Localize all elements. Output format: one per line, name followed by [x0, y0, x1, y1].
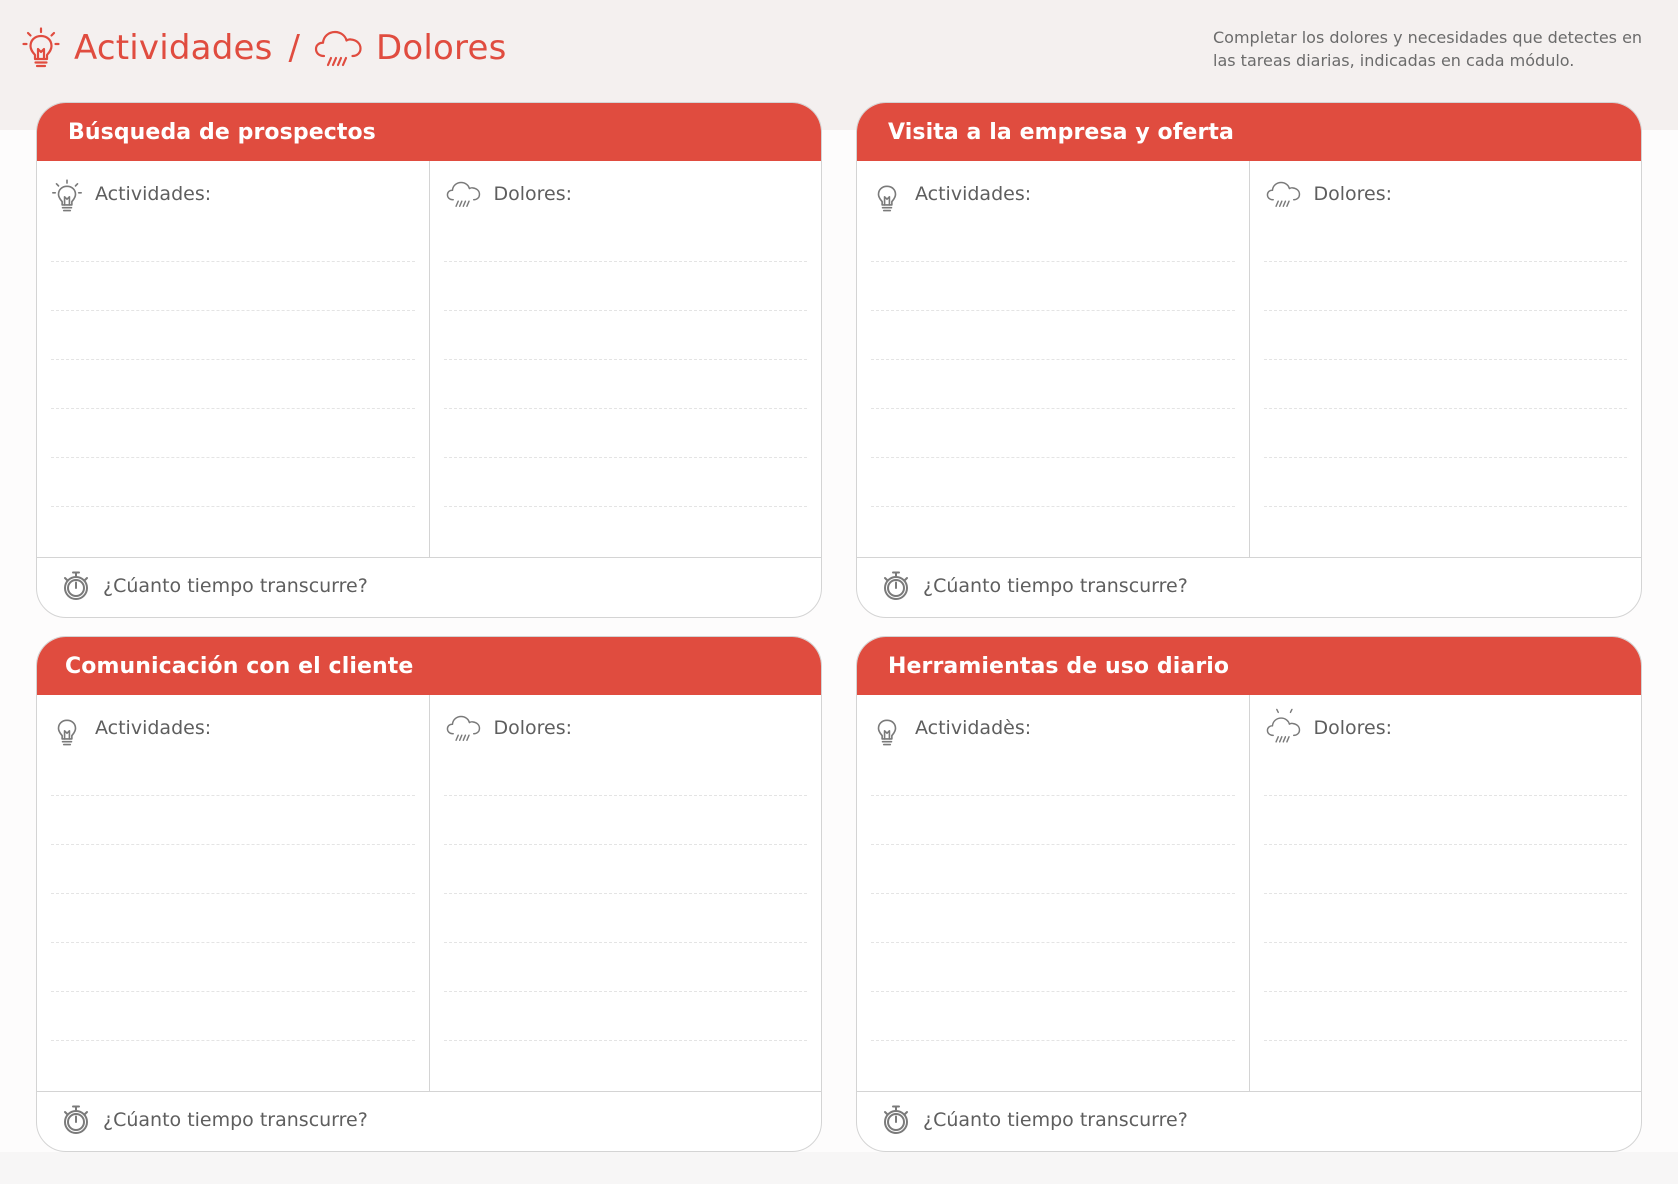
pains-label: Dolores:	[1313, 717, 1393, 739]
time-question: ¿Cúanto tiempo transcurre?	[923, 1109, 1188, 1131]
card-title: Visita a la empresa y oferta	[857, 103, 1641, 161]
rain-cloud-icon	[446, 179, 482, 209]
activities-title: Actividades	[74, 28, 273, 68]
lightbulb-icon	[871, 179, 903, 213]
card-body: Actividades: Dolores:	[37, 695, 821, 1092]
title-separator: /	[288, 28, 300, 68]
card-title: Búsqueda de prospectos	[37, 103, 821, 161]
stopwatch-icon	[61, 570, 91, 602]
activities-label: Actividades:	[915, 183, 1032, 205]
time-row[interactable]: ¿Cúanto tiempo transcurre?	[857, 1089, 1641, 1151]
time-question: ¿Cúanto tiempo transcurre?	[103, 1109, 368, 1131]
writing-lines	[1263, 795, 1627, 1089]
activities-column[interactable]: Actividades:	[37, 161, 430, 557]
lightbulb-icon	[51, 713, 83, 747]
pains-column[interactable]: Dolores:	[1250, 695, 1642, 1091]
footer-background	[0, 1152, 1678, 1184]
pains-column[interactable]: Dolores:	[430, 695, 822, 1091]
stopwatch-icon	[881, 570, 911, 602]
card-company-visit: Visita a la empresa y oferta Actividades…	[856, 102, 1642, 618]
stopwatch-icon	[881, 1104, 911, 1136]
lightbulb-icon	[51, 179, 83, 213]
writing-lines	[51, 261, 415, 555]
time-question: ¿Cúanto tiempo transcurre?	[103, 575, 368, 597]
time-question: ¿Cúanto tiempo transcurre?	[923, 575, 1188, 597]
pains-title: Dolores	[376, 28, 507, 68]
instructions-text: Completar los dolores y necesidades que …	[1213, 28, 1643, 70]
time-row[interactable]: ¿Cúanto tiempo transcurre?	[37, 555, 821, 617]
card-body: Actividades: Dolores:	[857, 161, 1641, 558]
card-body: Actividades: Dolores:	[37, 161, 821, 558]
writing-lines	[443, 261, 807, 555]
pains-label: Dolores:	[493, 717, 573, 739]
time-row[interactable]: ¿Cúanto tiempo transcurre?	[37, 1089, 821, 1151]
pains-label: Dolores:	[493, 183, 573, 205]
pains-column[interactable]: Dolores:	[1250, 161, 1642, 557]
activities-column[interactable]: Actividades:	[37, 695, 430, 1091]
card-prospect-search: Búsqueda de prospectos Actividades: Dolo…	[36, 102, 822, 618]
rain-cloud-icon	[1266, 179, 1302, 209]
writing-lines	[443, 795, 807, 1089]
lightbulb-icon	[22, 27, 60, 69]
rain-cloud-icon	[314, 28, 364, 68]
activities-column[interactable]: Actividades:	[857, 161, 1250, 557]
activities-label: Actividades:	[95, 183, 212, 205]
activities-label: Actividadès:	[915, 717, 1032, 739]
writing-lines	[1263, 261, 1627, 555]
card-title: Comunicación con el cliente	[37, 637, 821, 695]
writing-lines	[871, 795, 1235, 1089]
activities-column[interactable]: Actividadès:	[857, 695, 1250, 1091]
rain-cloud-icon	[1266, 707, 1302, 745]
lightbulb-icon	[871, 713, 903, 747]
time-row[interactable]: ¿Cúanto tiempo transcurre?	[857, 555, 1641, 617]
rain-cloud-icon	[446, 713, 482, 743]
card-body: Actividadès: Dolores:	[857, 695, 1641, 1092]
card-client-communication: Comunicación con el cliente Actividades:…	[36, 636, 822, 1152]
activities-label: Actividades:	[95, 717, 212, 739]
pains-column[interactable]: Dolores:	[430, 161, 822, 557]
card-title: Herramientas de uso diario	[857, 637, 1641, 695]
card-daily-tools: Herramientas de uso diario Actividadès: …	[856, 636, 1642, 1152]
stopwatch-icon	[61, 1104, 91, 1136]
page-title: Actividades / Dolores	[22, 22, 507, 74]
writing-lines	[871, 261, 1235, 555]
pains-label: Dolores:	[1313, 183, 1393, 205]
writing-lines	[51, 795, 415, 1089]
